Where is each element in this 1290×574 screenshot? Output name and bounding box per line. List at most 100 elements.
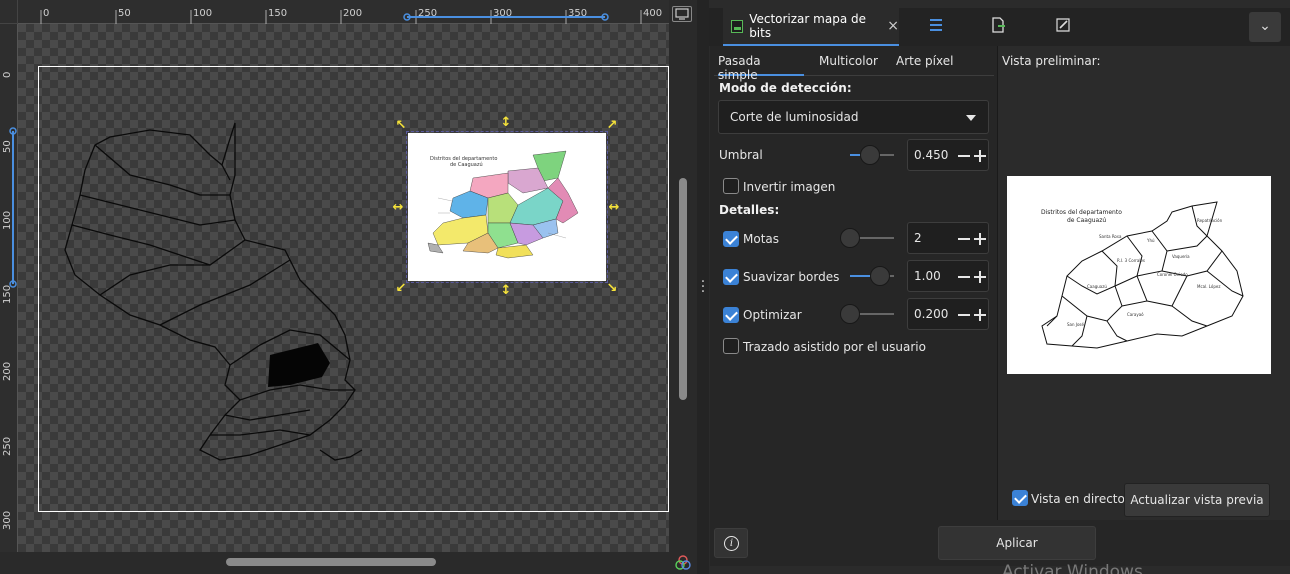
speckles-checkbox[interactable] xyxy=(723,231,739,247)
smooth-corners-checkbox[interactable] xyxy=(723,269,739,285)
smooth-corners-spinbox[interactable]: 1.00 xyxy=(907,260,989,292)
svg-text:Vaquería: Vaquería xyxy=(1172,254,1190,259)
scale-handle-bottom[interactable]: ↕ xyxy=(499,284,513,298)
detection-mode-label: Modo de detección: xyxy=(719,81,852,95)
user-assisted-checkbox[interactable] xyxy=(723,338,739,354)
optimize-spinbox[interactable]: 0.200 xyxy=(907,298,989,330)
ruler-label: 150 xyxy=(268,8,288,19)
trace-bitmap-panel: Vectorizar mapa de bits × ⌄ Pasada simpl… xyxy=(709,0,1290,574)
ruler-label: 200 xyxy=(343,8,363,19)
svg-text:San José: San José xyxy=(1067,322,1085,327)
trace-settings: Pasada simple Multicolor Arte píxel Modo… xyxy=(710,46,998,520)
plus-icon[interactable] xyxy=(974,229,986,247)
export-icon[interactable] xyxy=(987,16,1009,38)
layers-icon[interactable] xyxy=(925,16,947,38)
ruler-label: 100 xyxy=(193,8,213,19)
speckles-label: Motas xyxy=(743,232,780,246)
display-mode-icon[interactable] xyxy=(672,6,692,22)
color-manage-icon[interactable] xyxy=(674,554,692,572)
ruler-label: 50 xyxy=(2,140,13,153)
minus-icon[interactable] xyxy=(958,267,970,285)
svg-text:Mcal. López: Mcal. López xyxy=(1197,284,1220,289)
live-preview-checkbox[interactable] xyxy=(1012,490,1028,506)
canvas-area[interactable]: 0 50 100 150 200 250 300 350 400 0 50 10… xyxy=(0,0,697,574)
traced-map-outline[interactable] xyxy=(50,115,370,485)
ruler-label: 50 xyxy=(118,8,131,19)
horizontal-scrollbar[interactable] xyxy=(226,558,436,566)
scale-handle-bottom-right[interactable]: ↘ xyxy=(605,282,619,296)
live-preview-label: Vista en directo xyxy=(1031,492,1125,506)
edit-icon[interactable] xyxy=(1052,16,1074,38)
tab-trace-bitmap[interactable]: Vectorizar mapa de bits × xyxy=(723,8,899,46)
tab-multicolor[interactable]: Multicolor xyxy=(819,54,878,76)
selected-bitmap-image[interactable]: Distritos del departamento de Caaguazú xyxy=(406,131,608,283)
preview-label: Vista preliminar: xyxy=(1002,54,1101,68)
details-label: Detalles: xyxy=(719,203,780,217)
optimize-label: Optimizar xyxy=(743,308,802,322)
optimize-value[interactable]: 0.200 xyxy=(914,307,948,321)
optimize-checkbox[interactable] xyxy=(723,307,739,323)
threshold-slider[interactable] xyxy=(850,145,896,165)
scale-handle-bottom-left[interactable]: ↙ xyxy=(394,282,408,296)
invert-image-label: Invertir imagen xyxy=(743,180,836,194)
ruler-label: 300 xyxy=(493,8,513,19)
svg-text:Coronel Oviedo: Coronel Oviedo xyxy=(1157,272,1188,277)
smooth-corners-label: Suavizar bordes xyxy=(743,270,840,284)
ruler-label: 350 xyxy=(568,8,588,19)
scale-handle-top-right[interactable]: ↗ xyxy=(605,119,619,133)
info-button[interactable]: i xyxy=(714,528,748,558)
vertical-scrollbar[interactable] xyxy=(679,178,687,400)
minus-icon[interactable] xyxy=(958,305,970,323)
tab-pixel-art[interactable]: Arte píxel xyxy=(896,54,953,76)
invert-image-checkbox[interactable] xyxy=(723,178,739,194)
plus-icon[interactable] xyxy=(974,305,986,323)
preview-title-line-2: de Caaguazú xyxy=(1067,217,1106,224)
preview-column: Vista preliminar: Distritos del departam… xyxy=(999,46,1290,520)
speckles-spinbox[interactable]: 2 xyxy=(907,222,989,254)
smooth-corners-value[interactable]: 1.00 xyxy=(914,269,941,283)
refresh-preview-button[interactable]: Actualizar vista previa xyxy=(1124,483,1270,517)
splitter-grip-icon[interactable]: · · · xyxy=(700,275,706,299)
dropdown-caret-icon xyxy=(966,115,976,121)
svg-text:Caaguazú: Caaguazú xyxy=(1087,284,1107,289)
scale-handle-top[interactable]: ↕ xyxy=(499,116,513,130)
plus-icon[interactable] xyxy=(974,267,986,285)
detection-mode-value: Corte de luminosidad xyxy=(730,110,859,124)
smooth-corners-slider[interactable] xyxy=(850,266,896,286)
threshold-label: Umbral xyxy=(719,148,763,162)
scale-handle-right[interactable]: ↔ xyxy=(607,201,621,215)
ruler-label: 300 xyxy=(2,510,13,530)
preview-title-line-1: Distritos del departamento xyxy=(1041,209,1122,216)
threshold-spinbox[interactable]: 0.450 xyxy=(907,139,989,171)
optimize-slider[interactable] xyxy=(840,304,896,324)
ruler-label: 250 xyxy=(2,436,13,456)
scale-handle-left[interactable]: ↔ xyxy=(391,201,405,215)
svg-text:R.I. 3 Corrales: R.I. 3 Corrales xyxy=(1117,258,1145,263)
minus-icon[interactable] xyxy=(958,146,970,164)
ruler-label: 100 xyxy=(2,210,13,230)
vertical-ruler[interactable]: 0 50 100 150 200 250 300 xyxy=(0,24,18,552)
svg-text:Carayaó: Carayaó xyxy=(1127,312,1144,317)
dialog-footer: i Aplicar xyxy=(710,520,1290,566)
district-map-bitmap: Distritos del departamento de Caaguazú xyxy=(427,150,579,259)
windows-activation-watermark: Activar Windows xyxy=(1002,562,1143,574)
minus-icon[interactable] xyxy=(958,229,970,247)
tab-single-scan[interactable]: Pasada simple xyxy=(718,54,804,82)
dock-tabbar: Vectorizar mapa de bits × ⌄ xyxy=(709,8,1290,46)
ruler-label: 150 xyxy=(2,284,13,304)
chevron-down-icon[interactable]: ⌄ xyxy=(1249,12,1281,42)
speckles-value[interactable]: 2 xyxy=(914,231,922,245)
svg-text:Santa Rosa: Santa Rosa xyxy=(1099,234,1122,239)
apply-button[interactable]: Aplicar xyxy=(938,526,1096,560)
horizontal-ruler[interactable]: 0 50 100 150 200 250 300 350 400 xyxy=(18,0,669,24)
close-icon[interactable]: × xyxy=(887,18,899,34)
plus-icon[interactable] xyxy=(974,146,986,164)
ruler-label: 0 xyxy=(2,71,13,78)
ruler-corner xyxy=(0,0,18,24)
scale-handle-top-left[interactable]: ↖ xyxy=(394,119,408,133)
speckles-slider[interactable] xyxy=(840,228,896,248)
detection-mode-dropdown[interactable]: Corte de luminosidad xyxy=(718,100,989,134)
svg-text:Yhú: Yhú xyxy=(1146,238,1155,243)
threshold-value[interactable]: 0.450 xyxy=(914,148,948,162)
svg-text:Repatriación: Repatriación xyxy=(1197,218,1223,223)
